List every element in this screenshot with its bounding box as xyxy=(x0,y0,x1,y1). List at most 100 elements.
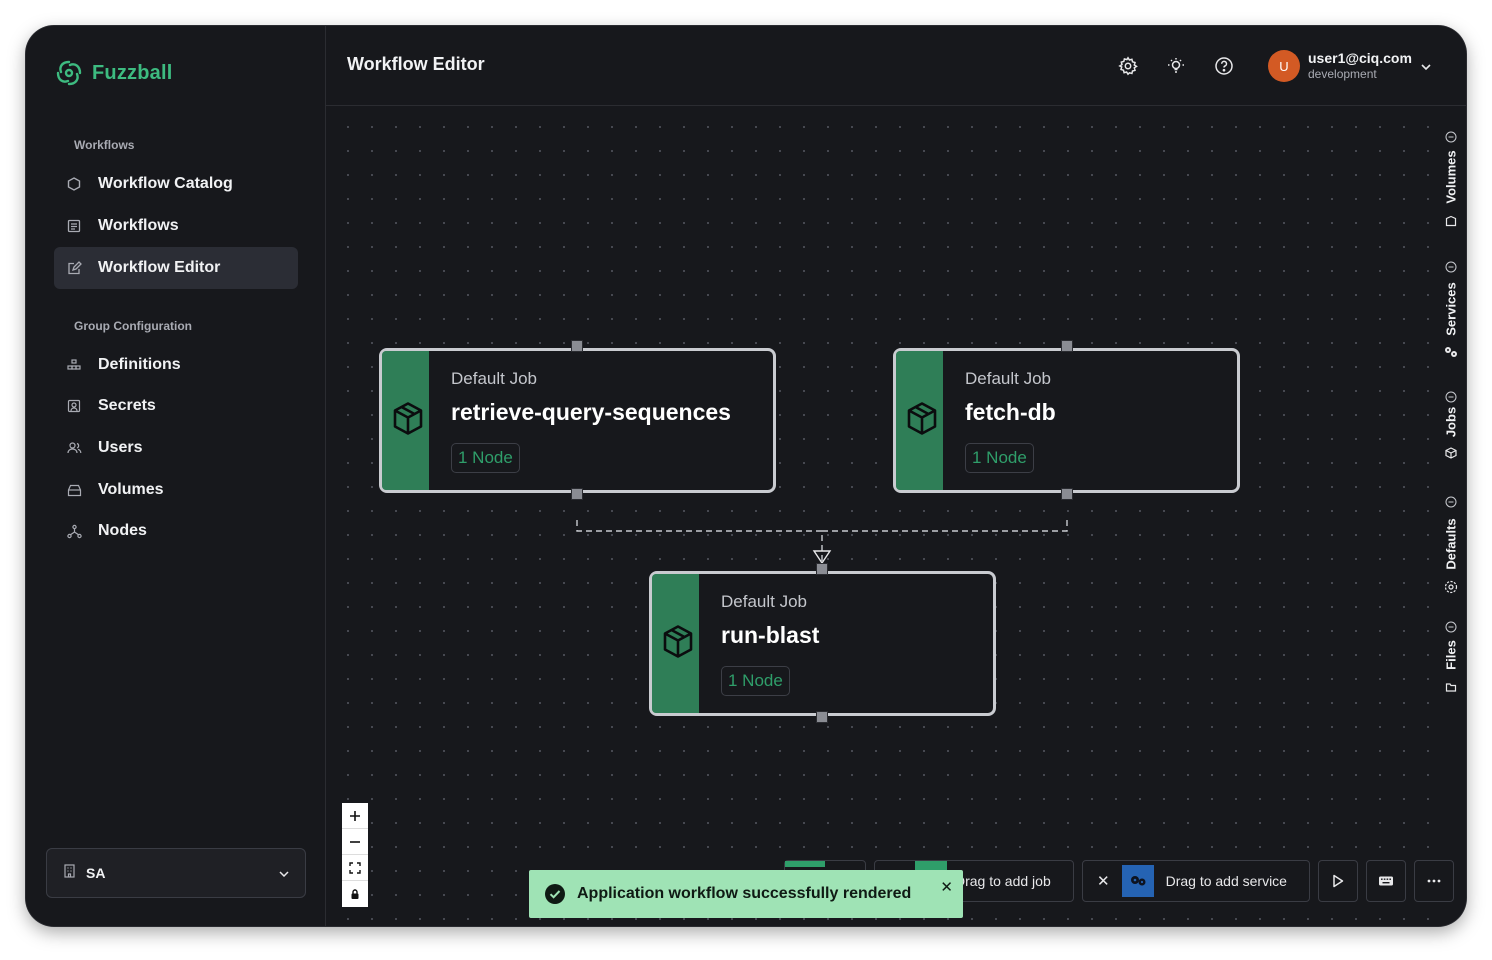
tab-label: Volumes xyxy=(1443,150,1459,204)
theme-lightbulb-icon[interactable] xyxy=(1164,54,1188,78)
node-count-badge: 1 Node xyxy=(721,666,790,696)
settings-gear-icon[interactable] xyxy=(1116,54,1140,78)
edit-icon xyxy=(66,260,82,276)
organization-select[interactable]: SA xyxy=(46,848,306,898)
group-config-section-label: Group Configuration xyxy=(74,319,192,333)
output-handle[interactable] xyxy=(1061,488,1073,500)
sidebar-item-label: Workflow Catalog xyxy=(98,175,233,192)
package-cube-icon xyxy=(906,401,938,440)
sidebar-item-secrets[interactable]: Secrets xyxy=(54,385,298,427)
success-toast: Application workflow successfully render… xyxy=(529,870,963,918)
keyboard-shortcuts-button[interactable] xyxy=(1366,860,1406,902)
job-name: fetch-db xyxy=(965,399,1056,425)
more-horizontal-icon xyxy=(1427,879,1441,883)
job-kind: Default Job xyxy=(965,369,1051,388)
tab-volumes[interactable]: Volumes xyxy=(1436,127,1466,237)
avatar[interactable]: U xyxy=(1268,50,1300,82)
fit-view-button[interactable] xyxy=(342,855,368,881)
zoom-controls xyxy=(342,803,368,907)
workflows-section-label: Workflows xyxy=(74,138,135,152)
lock-icon xyxy=(351,889,359,899)
app-name: Fuzzball xyxy=(92,61,173,84)
job-kind: Default Job xyxy=(451,369,537,388)
tab-label: Defaults xyxy=(1443,518,1459,570)
input-handle[interactable] xyxy=(1061,340,1073,352)
sidebar-item-label: Users xyxy=(98,439,143,456)
sidebar-item-label: Definitions xyxy=(98,356,181,373)
hexagon-icon xyxy=(66,176,82,192)
volumes-icon xyxy=(66,482,82,498)
add-service-label: Drag to add service xyxy=(1165,873,1287,889)
tab-defaults[interactable]: Defaults xyxy=(1436,492,1466,602)
toast-message: Application workflow successfully render… xyxy=(577,885,912,902)
sidebar-item-volumes[interactable]: Volumes xyxy=(54,469,298,511)
output-handle[interactable] xyxy=(816,711,828,723)
definitions-icon xyxy=(66,357,82,373)
node-count-badge: 1 Node xyxy=(965,443,1034,473)
more-options-button[interactable] xyxy=(1414,860,1454,902)
input-handle[interactable] xyxy=(816,563,828,575)
tab-jobs[interactable]: Jobs xyxy=(1436,387,1466,487)
tab-label: Services xyxy=(1443,282,1459,336)
help-icon[interactable] xyxy=(1212,54,1236,78)
fuzzball-logo-icon xyxy=(56,60,82,86)
job-node-run-blast[interactable]: Default Job run-blast 1 Node xyxy=(649,571,996,716)
run-button[interactable] xyxy=(1318,860,1358,902)
page-title: Workflow Editor xyxy=(347,54,485,74)
sidebar: Fuzzball Workflows Workflow Catalog Work… xyxy=(26,26,326,926)
user-email: user1@ciq.com xyxy=(1308,50,1412,66)
user-environment: development xyxy=(1308,67,1377,81)
package-cube-icon xyxy=(662,624,694,663)
tab-services[interactable]: Services xyxy=(1436,257,1466,367)
tab-files[interactable]: Files xyxy=(1436,617,1466,717)
add-job-label: Drag to add job xyxy=(955,873,1051,889)
top-header: Workflow Editor U user1@ciq.com developm… xyxy=(326,26,1466,106)
right-rail: Volumes Services Jobs Defaults Files xyxy=(1436,107,1466,926)
job-name: run-blast xyxy=(721,622,820,648)
zoom-in-button[interactable] xyxy=(342,803,368,829)
keyboard-icon xyxy=(1379,876,1393,886)
users-icon xyxy=(66,440,82,456)
building-icon xyxy=(63,863,76,883)
app-logo[interactable]: Fuzzball xyxy=(54,58,173,88)
add-service-chip[interactable]: ✕ Drag to add service xyxy=(1082,860,1310,902)
check-circle-icon xyxy=(545,884,565,904)
minus-icon xyxy=(350,840,360,843)
close-icon[interactable]: ✕ xyxy=(940,878,953,896)
node-count-badge: 1 Node xyxy=(451,443,520,473)
output-handle[interactable] xyxy=(571,488,583,500)
job-kind: Default Job xyxy=(721,592,807,611)
sidebar-item-workflows[interactable]: Workflows xyxy=(54,205,298,247)
nodes-icon xyxy=(66,523,82,539)
chevron-down-icon[interactable] xyxy=(1420,58,1432,76)
secrets-icon xyxy=(66,398,82,414)
job-node-retrieve-query-sequences[interactable]: Default Job retrieve-query-sequences 1 N… xyxy=(379,348,776,493)
sidebar-item-definitions[interactable]: Definitions xyxy=(54,344,298,386)
plus-icon xyxy=(350,810,360,821)
input-handle[interactable] xyxy=(571,340,583,352)
sidebar-item-label: Volumes xyxy=(98,481,164,498)
sidebar-item-workflow-catalog[interactable]: Workflow Catalog xyxy=(54,163,298,205)
job-node-fetch-db[interactable]: Default Job fetch-db 1 Node xyxy=(893,348,1240,493)
sidebar-item-label: Secrets xyxy=(98,397,156,414)
workflow-edges xyxy=(576,520,1068,565)
service-gears-icon xyxy=(1121,865,1154,897)
play-icon xyxy=(1333,874,1344,888)
package-cube-icon xyxy=(392,401,424,440)
chevron-down-icon xyxy=(279,864,289,882)
app-window: Fuzzball Workflows Workflow Catalog Work… xyxy=(26,26,1466,926)
zoom-out-button[interactable] xyxy=(342,829,368,855)
sidebar-item-nodes[interactable]: Nodes xyxy=(54,510,298,552)
workflow-canvas[interactable]: Default Job retrieve-query-sequences 1 N… xyxy=(326,107,1436,926)
sidebar-item-label: Workflow Editor xyxy=(98,259,221,276)
sidebar-item-workflow-editor[interactable]: Workflow Editor xyxy=(54,247,298,289)
tab-label: Jobs xyxy=(1443,406,1459,438)
sidebar-item-users[interactable]: Users xyxy=(54,427,298,469)
lock-button[interactable] xyxy=(342,881,368,907)
fit-view-icon xyxy=(349,861,361,874)
job-name: retrieve-query-sequences xyxy=(451,399,731,425)
list-icon xyxy=(66,218,82,234)
tab-label: Files xyxy=(1443,640,1459,670)
close-icon[interactable]: ✕ xyxy=(1097,872,1110,890)
sidebar-item-label: Workflows xyxy=(98,217,179,234)
